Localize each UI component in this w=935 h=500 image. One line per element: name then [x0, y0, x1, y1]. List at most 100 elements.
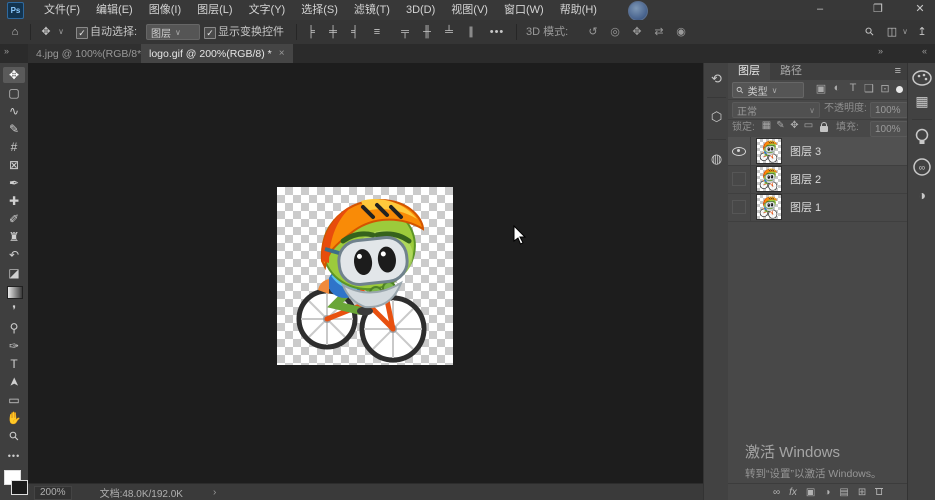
more-options-icon[interactable]: •••: [486, 20, 508, 44]
clone-stamp-tool[interactable]: ♜: [0, 229, 28, 245]
layer-row-1[interactable]: 图层 1: [728, 193, 907, 222]
align-bottom-icon[interactable]: ╧: [440, 20, 458, 44]
3d-slide-icon[interactable]: ⇄: [650, 20, 668, 44]
layer-name[interactable]: 图层 2: [790, 171, 821, 187]
collapse-strip-icon[interactable]: «: [922, 46, 927, 56]
close-button[interactable]: ✕: [910, 0, 930, 20]
delete-layer-icon[interactable]: ⊔: [875, 488, 884, 498]
move-tool-icon[interactable]: ✥: [38, 20, 54, 44]
quick-select-tool[interactable]: ✎: [0, 121, 28, 137]
3d-roll-icon[interactable]: ◎: [606, 20, 624, 44]
filter-adjustment-layers-icon[interactable]: ◐: [830, 82, 844, 94]
crop-tool[interactable]: #: [0, 139, 28, 155]
lock-paint-icon[interactable]: ✎: [774, 120, 787, 131]
background-color-swatch[interactable]: [11, 480, 28, 495]
layer-name[interactable]: 图层 3: [790, 143, 821, 159]
history-brush-tool[interactable]: ↶: [0, 247, 28, 263]
visibility-toggle[interactable]: [728, 165, 751, 193]
filter-smart-objects-icon[interactable]: ⊡: [878, 82, 892, 95]
filter-pixel-layers-icon[interactable]: ▣: [814, 82, 828, 95]
collapse-dock-icon[interactable]: »: [878, 46, 883, 56]
3d-camera-icon[interactable]: ◉: [672, 20, 690, 44]
lock-transparency-icon[interactable]: ▦: [760, 120, 773, 131]
learn-panel-icon[interactable]: [908, 127, 935, 147]
dodge-tool[interactable]: ⚲: [0, 320, 28, 336]
fill-field[interactable]: 100%: [870, 121, 908, 137]
3d-panel-icon[interactable]: ⬡: [704, 109, 729, 125]
restore-button[interactable]: ❐: [868, 0, 888, 20]
move-tool[interactable]: ✥: [3, 67, 25, 83]
menu-filter[interactable]: 滤镜(T): [346, 1, 398, 20]
new-group-icon[interactable]: ▤: [839, 487, 848, 498]
align-left-icon[interactable]: ╞: [302, 20, 320, 44]
auto-select-dropdown[interactable]: 图层 ∨: [146, 24, 200, 40]
layer-mask-icon[interactable]: ▣: [806, 487, 815, 498]
menu-image[interactable]: 图像(I): [141, 1, 189, 20]
layer-thumbnail[interactable]: [756, 166, 782, 192]
3d-drag-icon[interactable]: ✥: [628, 20, 646, 44]
edit-toolbar-icon[interactable]: •••: [0, 448, 28, 464]
canvas-pasteboard[interactable]: [28, 63, 703, 483]
frame-tool[interactable]: ⊠: [0, 157, 28, 173]
marquee-tool[interactable]: ▢: [0, 85, 28, 101]
3d-orbit-icon[interactable]: ↺: [584, 20, 602, 44]
menu-select[interactable]: 选择(S): [293, 1, 346, 20]
distribute-v-icon[interactable]: ∥: [462, 20, 480, 44]
blend-mode-dropdown[interactable]: 正常 ∨: [732, 102, 820, 118]
gradient-tool[interactable]: [0, 284, 28, 300]
auto-select-checkbox[interactable]: ✓: [76, 27, 88, 39]
distribute-h-icon[interactable]: ≡: [368, 20, 386, 44]
close-tab-icon[interactable]: ×: [279, 48, 285, 59]
zoom-level-field[interactable]: 200%: [34, 485, 72, 500]
layer-row-2[interactable]: 图层 2: [728, 165, 907, 194]
link-layers-icon[interactable]: ∞: [773, 487, 780, 498]
tab-paths[interactable]: 路径: [770, 63, 812, 80]
libraries-panel-icon[interactable]: ∞: [908, 157, 935, 177]
layer-name[interactable]: 图层 1: [790, 199, 821, 215]
menu-help[interactable]: 帮助(H): [552, 1, 605, 20]
filter-type-dropdown[interactable]: ⚲ 类型 ∨: [732, 82, 804, 98]
user-avatar[interactable]: [628, 1, 648, 21]
align-right-icon[interactable]: ╡: [346, 20, 364, 44]
menu-window[interactable]: 窗口(W): [496, 1, 552, 20]
home-icon[interactable]: ⌂: [6, 20, 24, 44]
lock-artboard-icon[interactable]: ▭: [802, 120, 815, 131]
blur-tool[interactable]: ❜: [0, 302, 28, 318]
color-panel-icon[interactable]: [908, 69, 935, 87]
panel-menu-icon[interactable]: ≡: [895, 65, 901, 77]
layer-row-3[interactable]: 图层 3: [728, 137, 907, 166]
layer-thumbnail[interactable]: [756, 138, 782, 164]
visibility-toggle[interactable]: [728, 193, 751, 221]
layer-thumbnail[interactable]: [756, 194, 782, 220]
lock-position-icon[interactable]: ✥: [788, 120, 801, 131]
eraser-tool[interactable]: ◪: [0, 265, 28, 281]
chevron-down-icon[interactable]: ∨: [56, 20, 66, 44]
canvas-image[interactable]: [277, 187, 453, 365]
healing-brush-tool[interactable]: ✚: [0, 193, 28, 209]
adjustment-layer-icon[interactable]: ◑: [824, 487, 830, 498]
menu-layer[interactable]: 图层(L): [189, 1, 240, 20]
document-tab-logogif[interactable]: logo.gif @ 200%(RGB/8) * ×: [141, 44, 293, 63]
menu-3d[interactable]: 3D(D): [398, 1, 443, 20]
collapse-toolbar-icon[interactable]: »: [4, 46, 9, 56]
opacity-field[interactable]: 100%: [870, 102, 908, 118]
share-icon[interactable]: ↥: [914, 20, 930, 44]
eyedropper-tool[interactable]: ✒: [0, 175, 28, 191]
new-layer-icon[interactable]: ⊞: [858, 487, 866, 498]
filter-type-layers-icon[interactable]: T: [846, 82, 860, 94]
filter-toggle[interactable]: [896, 86, 903, 93]
menu-type[interactable]: 文字(Y): [241, 1, 294, 20]
status-chevron-icon[interactable]: ›: [213, 487, 216, 498]
align-h-center-icon[interactable]: ╪: [324, 20, 342, 44]
workspace-icon[interactable]: ◫: [884, 20, 900, 44]
shape-tool[interactable]: ▭: [0, 392, 28, 408]
layer-style-icon[interactable]: fx: [789, 487, 797, 498]
pen-tool[interactable]: ✑: [0, 338, 28, 354]
chevron-down-icon[interactable]: ∨: [900, 20, 910, 44]
align-top-icon[interactable]: ╤: [396, 20, 414, 44]
tab-layers[interactable]: 图层: [728, 63, 770, 80]
brush-tool[interactable]: ✐: [0, 211, 28, 227]
visibility-toggle[interactable]: [728, 137, 751, 165]
lasso-tool[interactable]: ∿: [0, 103, 28, 119]
filter-shape-layers-icon[interactable]: ❑: [862, 82, 876, 95]
